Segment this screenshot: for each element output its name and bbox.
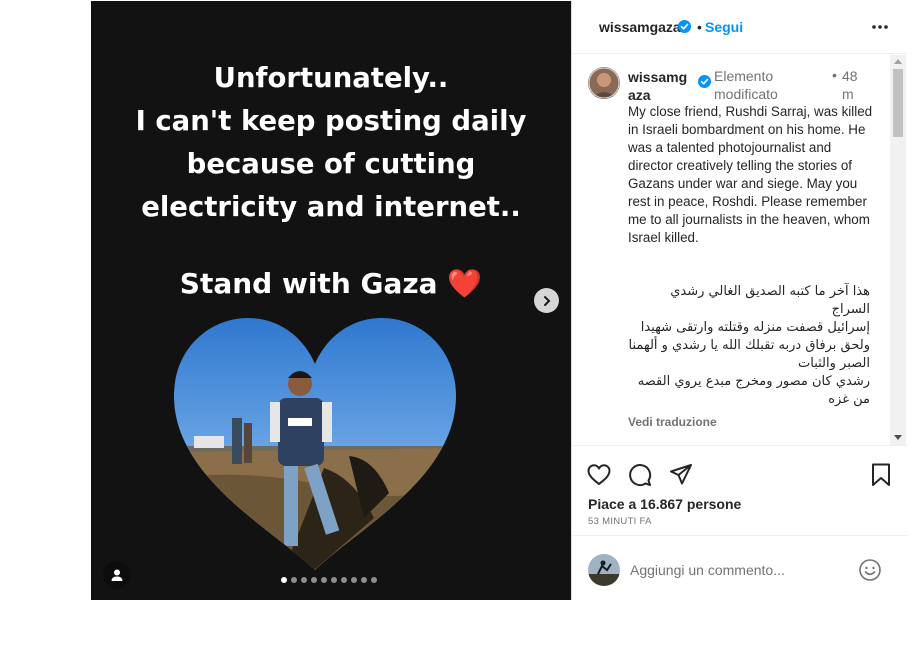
stand-with-gaza: Stand with Gaza ❤️	[91, 267, 571, 300]
media-headline: Unfortunately.. I can't keep posting dai…	[91, 57, 571, 229]
current-user-avatar	[588, 554, 620, 586]
carousel-dot	[341, 577, 347, 583]
post-header: wissamgaza • Segui	[572, 1, 908, 54]
scrollbar-thumb[interactable]	[893, 69, 903, 137]
caption-arabic-text: هذا آخر ما كتبه الصديق الغالي رشدي السرا…	[628, 283, 870, 409]
person-tag-icon	[111, 569, 123, 581]
headline-line: Unfortunately..	[213, 62, 449, 94]
caption-separator: •	[832, 67, 837, 83]
comment-icon[interactable]	[627, 462, 653, 488]
arabic-line: ولحق برفاق دربه تقبلك الله يا رشدي و أله…	[628, 338, 870, 371]
see-translation-link[interactable]: Vedi traduzione	[628, 415, 717, 429]
carousel-dot	[291, 577, 297, 583]
carousel-dot	[321, 577, 327, 583]
comments-section[interactable]: wissamgaza Elemento modificato • 48 m My…	[572, 55, 908, 445]
author-avatar-image	[588, 67, 620, 99]
comment-input[interactable]	[630, 558, 850, 582]
headline-line: I can't keep posting daily	[135, 105, 527, 137]
likes-count[interactable]: Piace a 16.867 persone	[588, 496, 741, 512]
carousel-dot	[301, 577, 307, 583]
verified-badge-icon	[678, 20, 691, 33]
save-icon[interactable]	[868, 462, 894, 488]
caption-text: My close friend, Rushdi Sarraj, was kill…	[628, 104, 873, 245]
chevron-right-icon	[543, 295, 550, 306]
edited-label: Elemento modificato	[714, 68, 778, 102]
emoji-icon[interactable]	[858, 558, 882, 582]
heart-shaped-photo	[174, 318, 456, 570]
post-time-ago[interactable]: 53 MINUTI FA	[588, 516, 652, 527]
carousel-next-button[interactable]	[534, 288, 559, 313]
header-separator: •	[697, 19, 702, 35]
follow-button[interactable]: Segui	[705, 19, 743, 35]
headline-line: electricity and internet..	[141, 191, 521, 223]
share-icon[interactable]	[668, 462, 694, 488]
verified-badge-icon	[698, 75, 711, 88]
stand-text: Stand with Gaza	[179, 267, 438, 300]
carousel-dot	[281, 577, 287, 583]
comments-scrollbar[interactable]	[890, 55, 906, 445]
carousel-dot	[351, 577, 357, 583]
heart-icon[interactable]	[586, 462, 612, 488]
caption-username-link[interactable]: wissamgaza	[628, 68, 694, 104]
scroll-down-arrow-icon[interactable]	[894, 435, 902, 440]
instagram-post: Unfortunately.. I can't keep posting dai…	[91, 1, 908, 600]
carousel-indicator	[281, 577, 377, 583]
red-heart-emoji: ❤️	[447, 267, 483, 300]
carousel-dot	[361, 577, 367, 583]
arabic-line: إسرائيل قصفت منزله وقتلته وارتقى شهيدا	[640, 320, 870, 335]
scroll-up-arrow-icon[interactable]	[894, 59, 902, 64]
carousel-dot	[311, 577, 317, 583]
current-user-avatar-image	[588, 554, 620, 586]
add-comment-bar	[572, 535, 908, 600]
arabic-line: هذا آخر ما كتبه الصديق الغالي رشدي السرا…	[670, 284, 870, 317]
post-actions: Piace a 16.867 persone 53 MINUTI FA	[572, 445, 908, 535]
post-media: Unfortunately.. I can't keep posting dai…	[91, 1, 571, 600]
header-username-link[interactable]: wissamgaza	[599, 19, 681, 35]
caption-time[interactable]: 48 m	[842, 67, 866, 103]
more-options-icon[interactable]	[870, 17, 890, 37]
carousel-dot	[331, 577, 337, 583]
arabic-line: رشدي كان مصور ومخرج مبدع يروي القصه من غ…	[637, 374, 870, 407]
author-avatar[interactable]	[588, 67, 620, 99]
tagged-people-button[interactable]	[103, 561, 131, 589]
headline-line: because of cutting	[186, 148, 476, 180]
carousel-dot	[371, 577, 377, 583]
post-side-panel: wissamgaza • Segui wissamgaza Elemento m…	[571, 1, 908, 600]
